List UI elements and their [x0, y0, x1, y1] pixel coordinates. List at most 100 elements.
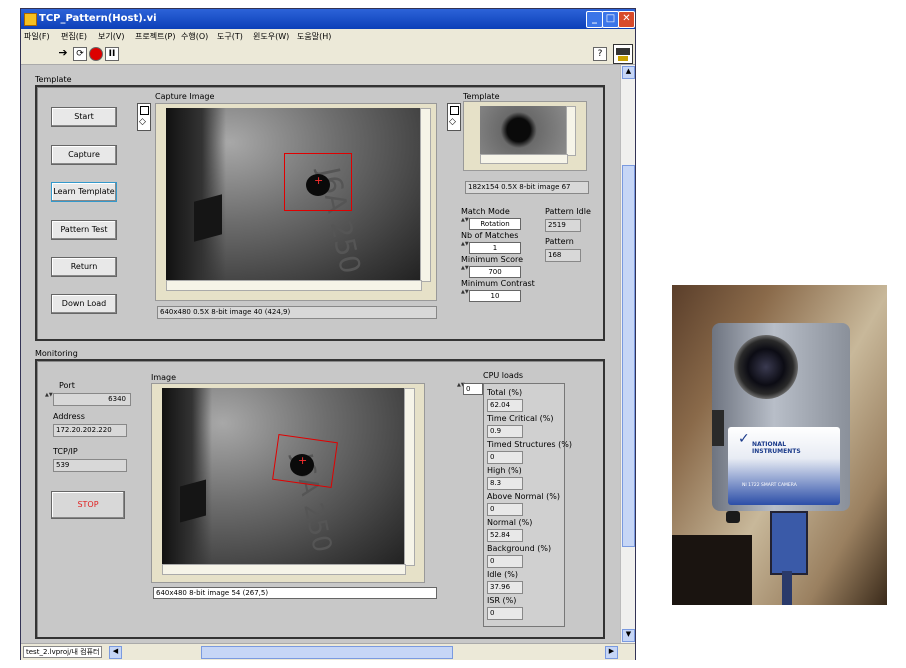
- bracket-shape: [180, 479, 206, 523]
- min-contrast-input[interactable]: 10: [469, 290, 521, 302]
- maximize-button[interactable]: □: [602, 11, 619, 28]
- selection-tool-icon[interactable]: [140, 106, 149, 115]
- return-button[interactable]: Return: [51, 257, 117, 277]
- menu-view[interactable]: 보기(V): [98, 31, 124, 42]
- cpu-normal-label: Normal (%): [487, 518, 533, 527]
- cpu-background-value: 0: [487, 555, 523, 568]
- template-image-display: [463, 101, 587, 171]
- cpu-time-critical-label: Time Critical (%): [487, 414, 554, 423]
- hscroll-thumb[interactable]: [201, 646, 453, 659]
- capture-image-display: J6A 250 +: [155, 103, 437, 301]
- abort-icon[interactable]: [89, 47, 103, 61]
- min-contrast-spinner-icon[interactable]: ▲▼: [461, 290, 469, 300]
- match-crosshair-icon: +: [314, 174, 324, 187]
- nb-matches-input[interactable]: 1: [469, 242, 521, 254]
- download-button[interactable]: Down Load: [51, 294, 117, 314]
- menu-file[interactable]: 파일(F): [24, 31, 50, 42]
- cpu-idle-value: 37.96: [487, 581, 523, 594]
- menu-operate[interactable]: 수행(O): [181, 31, 208, 42]
- match-mode-spinner-icon[interactable]: ▲▼: [461, 218, 469, 228]
- title-bar[interactable]: TCP_Pattern(Host).vi _ □ ✕: [21, 9, 635, 29]
- selection-tool-icon[interactable]: [450, 106, 459, 115]
- learn-template-button[interactable]: Learn Template: [51, 182, 117, 202]
- camera-model: NI 1722 SMART CAMERA: [742, 483, 797, 488]
- camera-label-panel: NATIONAL INSTRUMENTS ✓ NI 1722 SMART CAM…: [728, 427, 840, 505]
- cpu-index-input[interactable]: 0: [463, 383, 483, 395]
- scroll-down-icon[interactable]: ▼: [622, 629, 635, 642]
- camera-mount: [726, 511, 740, 523]
- labview-window: TCP_Pattern(Host).vi _ □ ✕ 파일(F) 편집(E) 보…: [20, 8, 636, 660]
- template-group: Start Capture Learn Template Pattern Tes…: [35, 85, 605, 341]
- pan-tool-icon[interactable]: ◇: [139, 117, 146, 127]
- run-arrow-icon[interactable]: ➔: [57, 47, 69, 59]
- toolbar: ➔ ⟳ II ?: [21, 42, 635, 65]
- scroll-up-icon[interactable]: ▲: [622, 66, 635, 79]
- monitor-hscrollbar[interactable]: [162, 564, 406, 575]
- monitor-vscrollbar[interactable]: [404, 388, 415, 566]
- cpu-normal-value: 52.84: [487, 529, 523, 542]
- cpu-total-label: Total (%): [487, 388, 523, 397]
- capture-hscrollbar[interactable]: [166, 280, 422, 291]
- pattern-value: 168: [545, 249, 581, 262]
- capture-tool-palette[interactable]: ◇: [137, 103, 151, 131]
- panel-horizontal-scrollbar[interactable]: test_2.lvproj/내 컴퓨터 ◀ ▶: [21, 643, 635, 660]
- menu-bar: 파일(F) 편집(E) 보기(V) 프로젝트(P) 수행(O) 도구(T) 윈도…: [21, 29, 635, 42]
- template-hscrollbar[interactable]: [480, 154, 568, 164]
- pause-icon[interactable]: II: [105, 47, 119, 61]
- monitoring-group: Port ▲▼ 6340 Address 172.20.202.220 TCP/…: [35, 359, 605, 639]
- match-mode-select[interactable]: Rotation: [469, 218, 521, 230]
- start-button[interactable]: Start: [51, 107, 117, 127]
- run-continuously-icon[interactable]: ⟳: [73, 47, 87, 61]
- front-panel: Template Start Capture Learn Template Pa…: [21, 65, 619, 643]
- vga-cable: [782, 571, 792, 605]
- scroll-left-icon[interactable]: ◀: [109, 646, 122, 659]
- port-value[interactable]: 6340: [53, 393, 131, 406]
- close-button[interactable]: ✕: [618, 11, 635, 28]
- cpu-loads-cluster: Total (%) 62.04 Time Critical (%) 0.9 Ti…: [483, 383, 572, 627]
- min-score-input[interactable]: 700: [469, 266, 521, 278]
- panel-vertical-scrollbar[interactable]: ▲ ▼: [620, 65, 635, 643]
- port-spinner-icon[interactable]: ▲▼: [45, 393, 53, 403]
- cpu-time-critical-value: 0.9: [487, 425, 523, 438]
- nb-matches-spinner-icon[interactable]: ▲▼: [461, 242, 469, 252]
- menu-edit[interactable]: 편집(E): [61, 31, 87, 42]
- cpu-timed-structures-label: Timed Structures (%): [487, 440, 572, 449]
- monitor-image-display: J6A 250 +: [151, 383, 425, 583]
- cpu-idle-label: Idle (%): [487, 570, 518, 579]
- app-icon: [24, 13, 37, 26]
- menu-help[interactable]: 도움말(H): [297, 31, 331, 42]
- pattern-test-button[interactable]: Pattern Test: [51, 220, 117, 240]
- pattern-idle-value: 2519: [545, 219, 581, 232]
- template-vscrollbar[interactable]: [566, 106, 576, 156]
- cpu-above-normal-value: 0: [487, 503, 523, 516]
- menu-tools[interactable]: 도구(T): [217, 31, 243, 42]
- capture-image-label: Capture Image: [155, 92, 215, 101]
- cpu-index-spinner-icon[interactable]: ▲▼: [457, 383, 465, 393]
- window-title: TCP_Pattern(Host).vi: [39, 13, 157, 24]
- pan-tool-icon[interactable]: ◇: [449, 117, 456, 127]
- menu-window[interactable]: 윈도우(W): [253, 31, 289, 42]
- minimize-button[interactable]: _: [586, 11, 603, 28]
- help-icon[interactable]: ?: [593, 47, 607, 61]
- stop-button[interactable]: STOP: [51, 491, 125, 519]
- menu-project[interactable]: 프로젝트(P): [135, 31, 176, 42]
- cpu-loads-label: CPU loads: [483, 371, 524, 380]
- cpu-timed-structures-value: 0: [487, 451, 523, 464]
- camera-photo: NATIONAL INSTRUMENTS ✓ NI 1722 SMART CAM…: [672, 285, 887, 605]
- image-label: Image: [151, 373, 177, 382]
- cpu-high-value: 8.3: [487, 477, 523, 490]
- nb-matches-label: Nb of Matches: [461, 231, 519, 240]
- pattern-label: Pattern: [545, 237, 574, 246]
- capture-button[interactable]: Capture: [51, 145, 117, 165]
- scroll-thumb[interactable]: [622, 165, 635, 547]
- capture-vscrollbar[interactable]: [420, 108, 431, 282]
- cpu-isr-label: ISR (%): [487, 596, 517, 605]
- vga-cable-connector: [770, 511, 808, 575]
- camera-brand: NATIONAL INSTRUMENTS: [752, 441, 801, 455]
- template-image: [480, 106, 566, 154]
- template-tool-palette[interactable]: ◇: [447, 103, 461, 131]
- scroll-right-icon[interactable]: ▶: [605, 646, 618, 659]
- address-value: 172.20.202.220: [53, 424, 127, 437]
- camera-lens: [734, 335, 798, 399]
- min-score-spinner-icon[interactable]: ▲▼: [461, 266, 469, 276]
